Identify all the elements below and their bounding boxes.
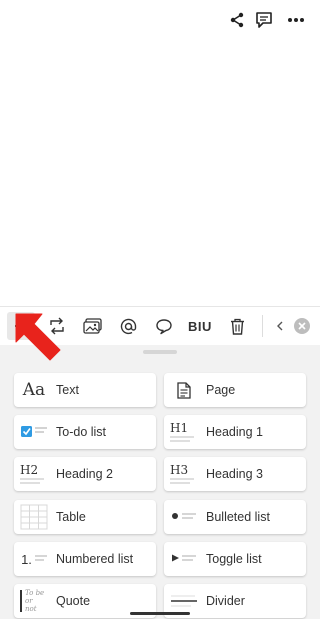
format-button[interactable]: BIU [186,313,214,339]
quote-bar [20,590,22,612]
block-bulleted-list[interactable]: Bulleted list [164,500,306,534]
block-label: Numbered list [56,552,134,566]
format-label: BIU [188,318,212,334]
comment-icon[interactable] [253,9,275,31]
block-heading-2[interactable]: H2 Heading 2 [14,457,156,491]
block-label: Heading 1 [206,425,263,439]
block-heading-1[interactable]: H1 Heading 1 [164,415,306,449]
heading3-icon: H3 [170,461,198,487]
heading2-icon: H2 [20,461,48,487]
block-label: Heading 2 [56,467,113,481]
numbered-glyph: 1. [21,551,32,567]
block-label: Heading 3 [206,467,263,481]
block-label: Text [56,383,79,397]
block-label: Page [206,383,236,397]
heading1-glyph: H1 [170,420,189,435]
mention-icon[interactable] [117,313,139,339]
block-label: Divider [206,594,245,608]
top-bar [0,0,320,39]
text-icon: Aa [22,380,46,400]
heading3-glyph: H3 [170,462,189,477]
block-label: Quote [56,594,91,608]
toggle-list-icon [170,546,198,572]
block-page[interactable]: Page [164,373,306,407]
block-heading-3[interactable]: H3 Heading 3 [164,457,306,491]
bulleted-list-icon [170,504,198,530]
divider-icon [170,588,198,614]
block-table[interactable]: Table [14,500,156,534]
page-icon [170,377,198,403]
share-icon[interactable] [226,9,248,31]
table-icon [20,504,48,530]
block-label: To-do list [56,425,107,439]
chevron-left-icon[interactable] [274,313,286,339]
block-todo-list[interactable]: To-do list [14,415,156,449]
quote-glyph: To be or not [25,589,45,613]
block-label: Toggle list [206,552,262,566]
drag-handle[interactable] [143,350,177,354]
block-numbered-list[interactable]: 1. Numbered list [14,542,156,576]
block-picker-panel: Aa Text To-do list H2 Heading 2 Table 1.… [0,345,320,619]
todo-icon [20,419,48,445]
quote-icon: To be or not [20,588,48,614]
editor-area[interactable] [0,38,320,306]
heading2-glyph: H2 [20,462,39,477]
numbered-list-icon: 1. [20,546,48,572]
heading1-icon: H1 [170,419,198,445]
block-label: Table [56,510,86,524]
more-icon[interactable] [285,9,307,31]
image-icon[interactable] [82,313,104,339]
home-indicator [130,612,190,615]
trash-icon[interactable] [226,313,248,339]
toolbar-comment-icon[interactable] [153,313,175,339]
block-toggle-list[interactable]: Toggle list [164,542,306,576]
block-label: Bulleted list [206,510,270,524]
annotation-arrow-icon [15,313,61,361]
toolbar-divider [262,315,263,337]
block-text[interactable]: Aa Text [14,373,156,407]
close-icon[interactable] [292,313,312,339]
